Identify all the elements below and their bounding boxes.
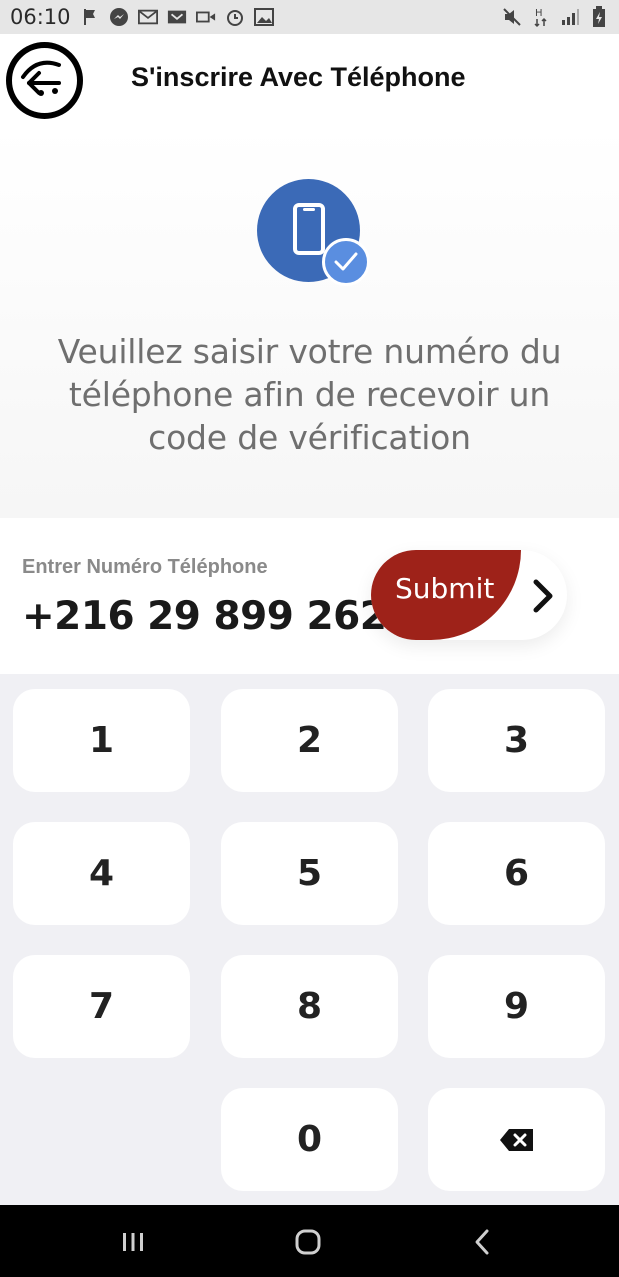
recent-apps-icon [123, 1233, 143, 1251]
home-button[interactable] [288, 1225, 328, 1259]
app-header: S'inscrire Avec Téléphone [0, 34, 619, 126]
check-icon [322, 238, 370, 286]
signal-icon [560, 7, 580, 27]
phone-field-label: Entrer Numéro Téléphone [22, 556, 268, 578]
mute-icon [502, 7, 522, 27]
messenger-icon [109, 7, 129, 27]
delete-key[interactable] [428, 1088, 605, 1191]
backspace-icon [499, 1128, 533, 1151]
video-icon [195, 7, 216, 27]
key-5[interactable]: 5 [221, 822, 398, 925]
back-nav-icon [475, 1229, 489, 1255]
key-8[interactable]: 8 [221, 955, 398, 1058]
back-arrow-icon [20, 60, 61, 96]
submit-label: Submit [395, 572, 495, 605]
home-icon [295, 1229, 321, 1255]
back-nav-button[interactable] [462, 1225, 502, 1259]
data-icon: H [531, 7, 551, 28]
gmail-icon [137, 7, 158, 27]
back-button[interactable] [6, 42, 83, 119]
key-3[interactable]: 3 [428, 689, 605, 792]
page-title: S'inscrire Avec Téléphone [131, 62, 466, 92]
submit-button[interactable]: Submit [371, 550, 567, 640]
key-6[interactable]: 6 [428, 822, 605, 925]
chevron-right-icon [533, 579, 553, 613]
instruction-text: Veuillez saisir votre numéro du téléphon… [57, 332, 562, 457]
key-1[interactable]: 1 [13, 689, 190, 792]
system-nav-bar [0, 1205, 619, 1277]
battery-icon [589, 6, 609, 27]
key-4[interactable]: 4 [13, 822, 190, 925]
key-7[interactable]: 7 [13, 955, 190, 1058]
svg-text:H: H [535, 8, 543, 19]
flag-icon [80, 7, 100, 27]
recent-apps-button[interactable] [113, 1225, 153, 1259]
key-0[interactable]: 0 [221, 1088, 398, 1191]
phone-entry-section: Entrer Numéro Téléphone +216 29 899 262 … [0, 518, 619, 674]
hero-section: Veuillez saisir votre numéro du téléphon… [0, 126, 619, 518]
missed-call-icon [167, 7, 187, 27]
numeric-keypad: 1 2 3 4 5 6 7 8 9 0 [0, 674, 619, 1205]
alarm-icon [225, 7, 245, 27]
status-time: 06:10 [10, 5, 71, 29]
gallery-icon [253, 7, 274, 27]
key-2[interactable]: 2 [221, 689, 398, 792]
phone-number-field[interactable]: +216 29 899 262 [22, 594, 387, 639]
key-9[interactable]: 9 [428, 955, 605, 1058]
status-bar: 06:10 H [0, 0, 619, 34]
